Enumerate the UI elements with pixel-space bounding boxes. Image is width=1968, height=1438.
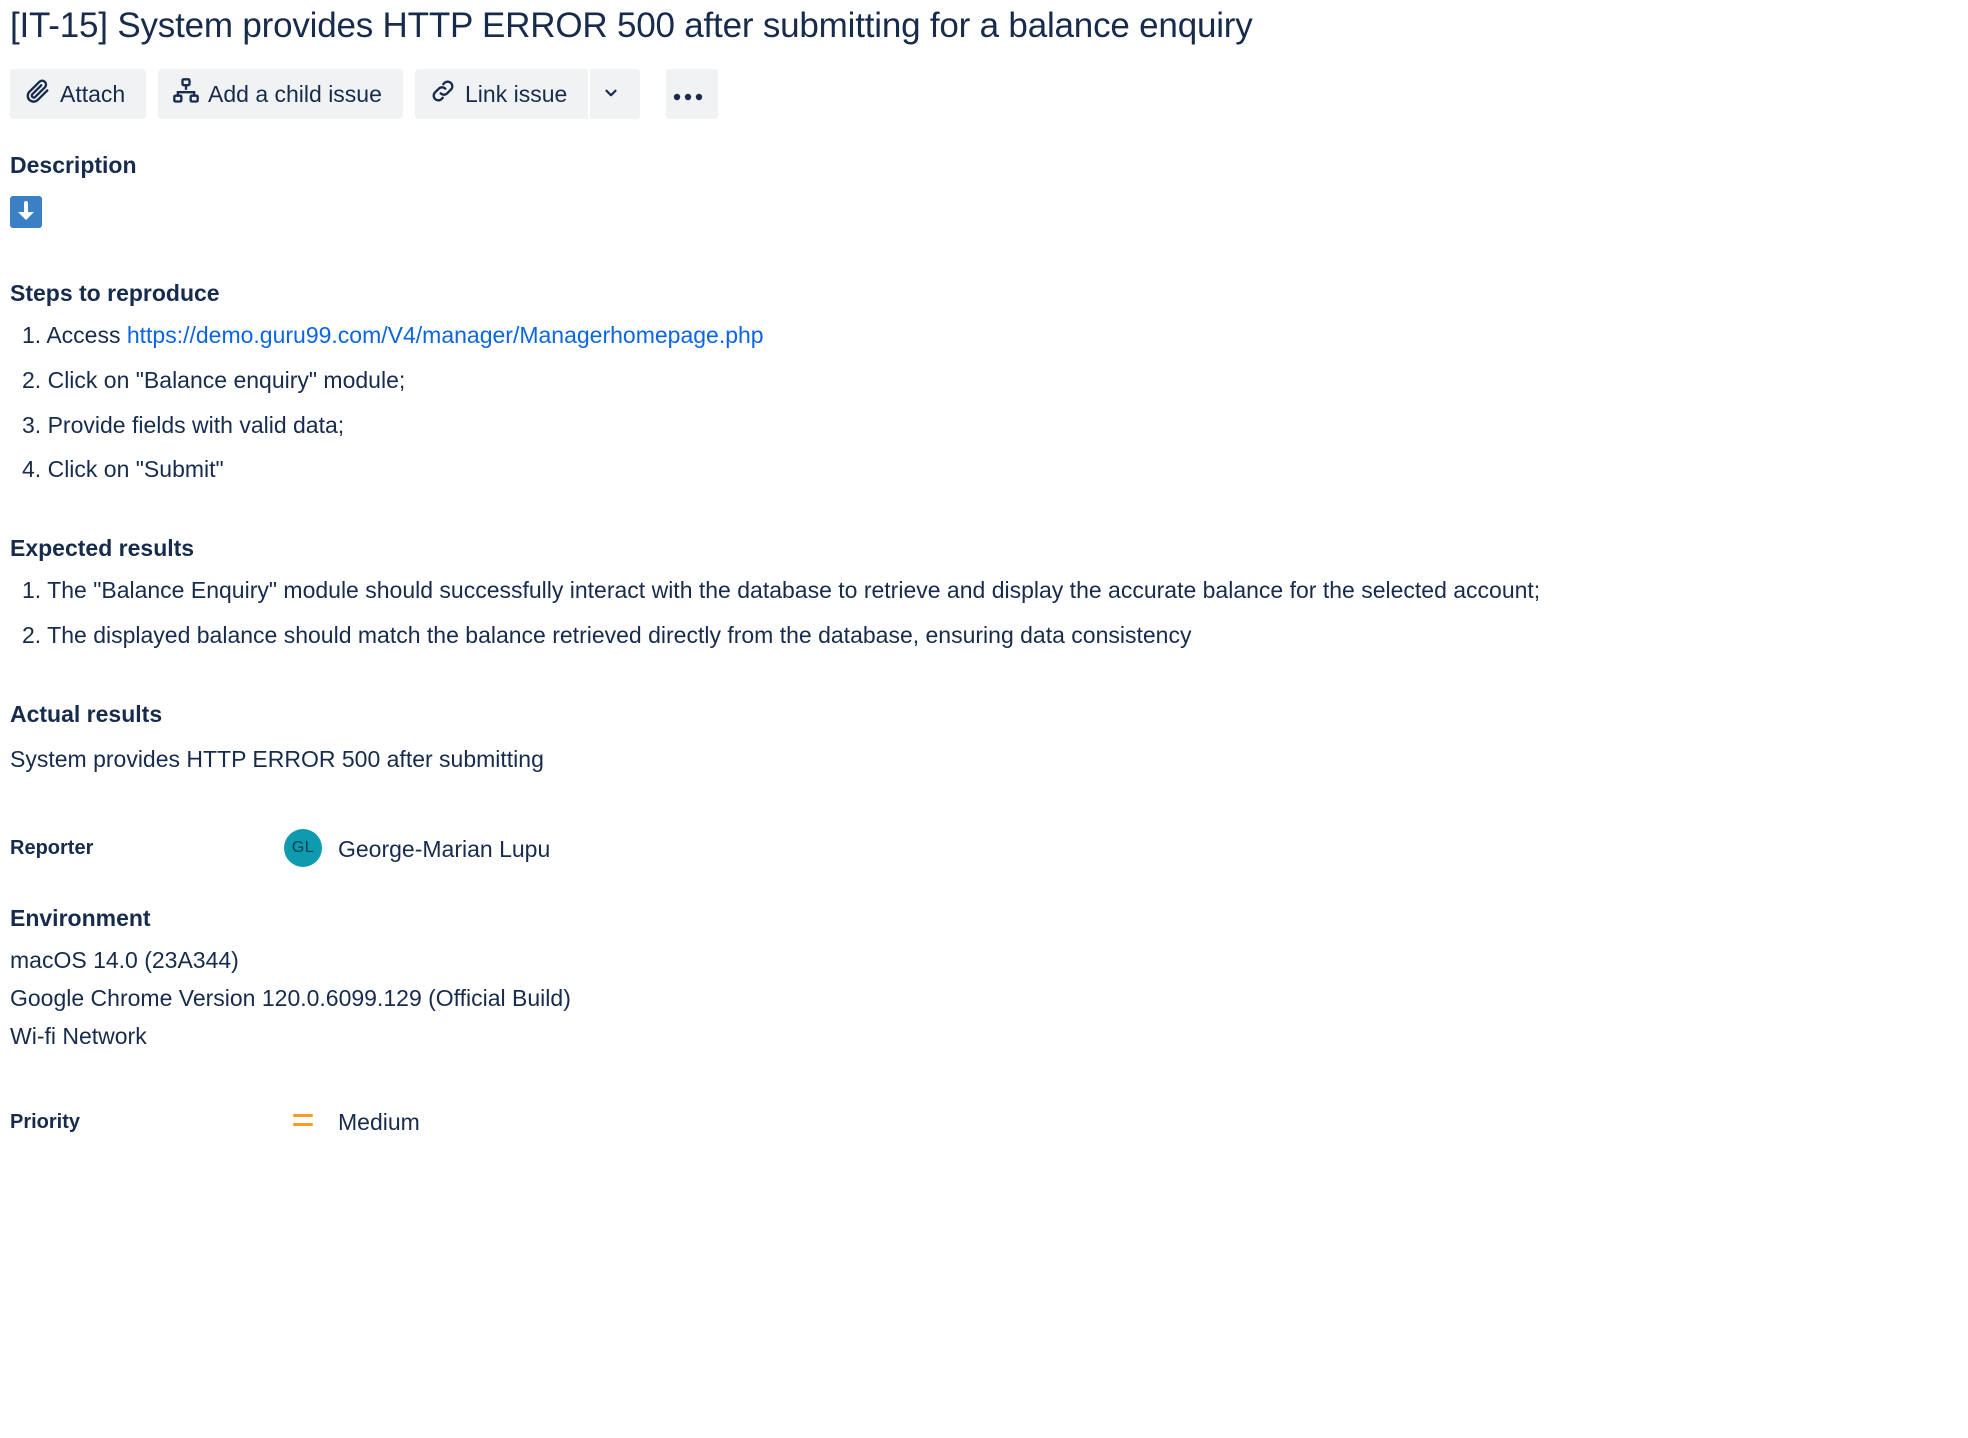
list-number: 2. <box>22 367 42 393</box>
hierarchy-icon <box>172 77 208 111</box>
avatar-initials: GL <box>291 839 315 856</box>
attach-label: Attach <box>60 80 126 107</box>
link-issue-dropdown-button[interactable] <box>590 69 640 119</box>
environment-heading: Environment <box>10 905 151 931</box>
priority-value[interactable]: Medium <box>338 1109 420 1136</box>
issue-title[interactable]: [IT-15] System provides HTTP ERROR 500 a… <box>10 6 1253 46</box>
arrow-down-icon[interactable] <box>10 196 42 228</box>
description-heading: Description <box>10 152 137 178</box>
list-text: The displayed balance should match the b… <box>47 622 1192 648</box>
list-item: 4. Click on "Submit" <box>22 456 224 483</box>
add-child-issue-label: Add a child issue <box>208 80 382 107</box>
paperclip-icon <box>24 77 60 111</box>
environment-line: Google Chrome Version 120.0.6099.129 (Of… <box>10 985 571 1011</box>
list-number: 1. <box>22 322 42 348</box>
expected-results-heading: Expected results <box>10 535 195 561</box>
issue-toolbar: Attach Add a child issue Link issue <box>10 69 718 119</box>
list-text: Access <box>46 322 127 348</box>
list-number: 1. <box>22 577 42 603</box>
priority-medium-icon <box>292 1112 314 1128</box>
list-item: 2. The displayed balance should match th… <box>22 622 1191 649</box>
manager-homepage-link[interactable]: https://demo.guru99.com/V4/manager/Manag… <box>127 322 764 348</box>
avatar[interactable]: GL <box>284 829 322 867</box>
list-text: The "Balance Enquiry" module should succ… <box>47 577 1541 603</box>
list-item: 1. Access https://demo.guru99.com/V4/man… <box>22 322 764 349</box>
chevron-down-icon <box>602 81 628 108</box>
more-icon <box>672 81 712 108</box>
list-number: 2. <box>22 622 42 648</box>
link-issue-label: Link issue <box>465 80 568 107</box>
list-text: Click on "Balance enquiry" module; <box>47 367 406 393</box>
list-item: 2. Click on "Balance enquiry" module; <box>22 367 405 394</box>
link-issue-button[interactable]: Link issue <box>415 69 588 119</box>
list-text: Provide fields with valid data; <box>47 412 345 438</box>
list-number: 4. <box>22 456 42 482</box>
list-item: 3. Provide fields with valid data; <box>22 412 344 439</box>
reporter-label: Reporter <box>10 837 94 859</box>
more-actions-button[interactable] <box>666 69 718 119</box>
add-child-issue-button[interactable]: Add a child issue <box>158 69 403 119</box>
reporter-name[interactable]: George-Marian Lupu <box>338 836 550 863</box>
environment-line: macOS 14.0 (23A344) <box>10 947 239 973</box>
environment-line: Wi-fi Network <box>10 1023 147 1049</box>
list-number: 3. <box>22 412 42 438</box>
list-item: 1. The "Balance Enquiry" module should s… <box>22 577 1540 604</box>
link-icon <box>429 77 465 111</box>
priority-label: Priority <box>10 1111 81 1133</box>
list-text: Click on "Submit" <box>47 456 224 482</box>
attach-button[interactable]: Attach <box>10 69 146 119</box>
steps-heading: Steps to reproduce <box>10 280 220 306</box>
actual-results-text: System provides HTTP ERROR 500 after sub… <box>10 746 544 772</box>
actual-results-heading: Actual results <box>10 701 163 727</box>
